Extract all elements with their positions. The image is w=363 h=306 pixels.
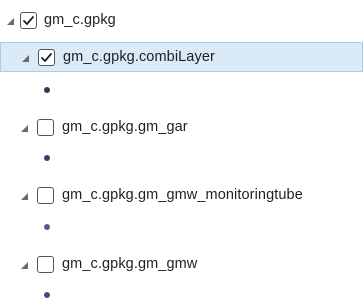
expand-collapse-arrow-icon[interactable] — [21, 262, 28, 269]
point-symbol-icon — [44, 155, 50, 161]
layer-label: gm_c.gpkg.gm_gar — [62, 119, 188, 135]
point-symbol-icon — [44, 224, 50, 230]
root-label: gm_c.gpkg — [44, 12, 116, 28]
expand-collapse-arrow-icon[interactable] — [22, 55, 29, 62]
tree-item-gm-gar[interactable]: gm_c.gpkg.gm_gar — [0, 113, 363, 143]
root-visibility-checkbox[interactable] — [20, 12, 37, 29]
tree-item-root[interactable]: gm_c.gpkg — [0, 6, 363, 36]
tree-item-gm-gmw-monitoringtube[interactable]: gm_c.gpkg.gm_gmw_monitoringtube — [0, 181, 363, 211]
gm-gmw-monitoringtube-visibility-checkbox[interactable] — [37, 187, 54, 204]
tree-item-gm-gmw[interactable]: gm_c.gpkg.gm_gmw — [0, 250, 363, 280]
layer-label: gm_c.gpkg.gm_gmw_monitoringtube — [62, 187, 303, 203]
layer-label: gm_c.gpkg.gm_gmw — [62, 256, 198, 272]
combilayer-visibility-checkbox[interactable] — [38, 49, 55, 66]
expand-collapse-arrow-icon[interactable] — [21, 193, 28, 200]
expand-collapse-arrow-icon[interactable] — [21, 125, 28, 132]
checkmark-icon — [23, 16, 34, 25]
expand-collapse-arrow-icon[interactable] — [7, 18, 14, 25]
layer-label: gm_c.gpkg.combiLayer — [63, 49, 215, 65]
point-symbol-icon — [44, 292, 50, 298]
checkmark-icon — [41, 53, 52, 62]
gm-gar-visibility-checkbox[interactable] — [37, 119, 54, 136]
point-symbol-icon — [44, 87, 50, 93]
layer-tree: gm_c.gpkg gm_c.gpkg.combiLayer gm_c.gpkg… — [0, 0, 363, 306]
gm-gmw-visibility-checkbox[interactable] — [37, 256, 54, 273]
tree-item-combilayer[interactable]: gm_c.gpkg.combiLayer — [0, 42, 363, 72]
